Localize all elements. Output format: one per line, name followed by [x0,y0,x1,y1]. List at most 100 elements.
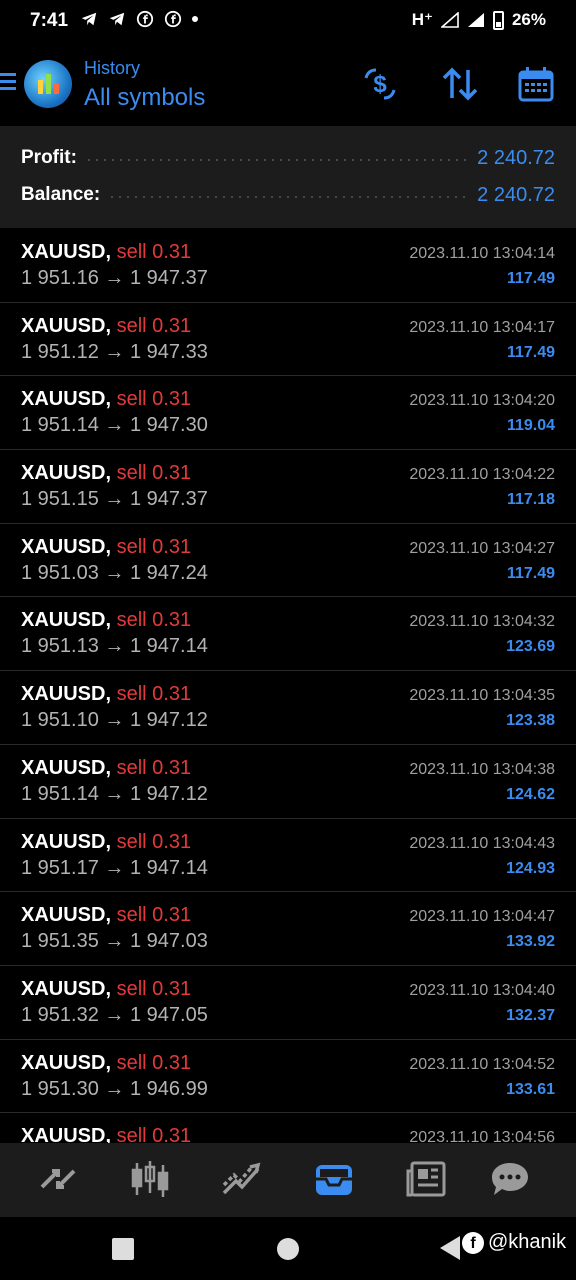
news-icon[interactable] [404,1157,448,1201]
facebook-icon [164,10,182,28]
home-button[interactable] [277,1238,299,1260]
battery-level: 26% [511,10,546,29]
logo-icon [38,74,59,94]
deal-symbol: XAUUSD, sell 0.31 [21,609,191,632]
deal-prices: 1 951.10 → 1 947.12 [21,709,208,732]
app-logo[interactable] [24,60,72,108]
deal-symbol: XAUUSD, sell 0.31 [21,904,191,927]
deal-row[interactable]: XAUUSD, sell 0.31 1 951.32 → 1 947.05 2023… [0,966,576,1040]
dotted-leader [108,196,470,198]
deal-row[interactable]: XAUUSD, sell 0.31 1 951.35 → 1 947.03 2023… [0,892,576,966]
deal-prices: 1 951.14 → 1 947.30 [21,414,208,437]
status-bar: 7:41 H⁺ 26% [0,0,576,44]
symbol-name: XAUUSD, [21,1125,112,1143]
deal-row[interactable]: XAUUSD, sell 0.31 1 951.03 → 1 947.24 2023… [0,524,576,598]
menu-icon[interactable] [0,70,16,92]
deal-profit: 119.04 [506,417,555,435]
deal-time: 2023.11.10 13:04:56 [409,1129,555,1143]
facebook-icon [136,10,154,28]
deal-row[interactable]: XAUUSD, sell 0.31 1 951.14 → 1 947.12 2023… [0,745,576,819]
deal-row[interactable]: XAUUSD, sell 0.31 1 951.30 → 1 946.99 2023… [0,1040,576,1114]
deal-prices: 1 951.12 → 1 947.33 [21,340,208,363]
deal-prices: 1 951.30 → 1 946.99 [21,1077,208,1100]
symbol-name: XAUUSD, [21,1051,112,1074]
deal-time: 2023.11.10 13:04:14 [409,245,555,262]
symbol-name: XAUUSD, [21,609,112,632]
signal-icon [467,13,484,27]
deal-time: 2023.11.10 13:04:47 [409,908,555,926]
app-header: History All symbols $ [0,44,576,126]
header-title[interactable]: All symbols [84,84,205,112]
quotes-icon[interactable] [36,1157,80,1201]
back-button[interactable] [440,1236,460,1260]
profit-label: Profit: [21,147,77,168]
symbol-name: XAUUSD, [21,388,112,411]
deal-time: 2023.11.10 13:04:20 [409,392,555,410]
deal-side: sell 0.31 [116,241,192,263]
symbol-name: XAUUSD, [21,241,112,263]
deal-symbol: XAUUSD, sell 0.31 [21,388,191,411]
deal-side: sell 0.31 [116,535,192,558]
chart-icon[interactable] [128,1157,172,1201]
deal-row[interactable]: XAUUSD, sell 0.31 1 951.10 → 1 947.12 2023… [0,671,576,745]
deal-prices: 1 951.17 → 1 947.14 [21,856,208,879]
deal-symbol: XAUUSD, sell 0.31 [21,241,191,264]
more-notifications-dot [192,16,198,22]
deal-row[interactable]: XAUUSD, sell 0.31 1 951.14 → 1 947.30 2023… [0,376,576,451]
deal-prices: 1 951.13 → 1 947.14 [21,635,208,658]
telegram-icon [109,12,125,26]
deal-time: 2023.11.10 13:04:32 [409,613,555,631]
deal-side: sell 0.31 [116,977,192,1000]
system-nav-bar: f @khanik [0,1217,576,1280]
history-icon[interactable] [312,1157,356,1201]
deal-side: sell 0.31 [116,904,192,927]
deal-row[interactable]: XAUUSD, sell 0.31 1 951.12 → 1 947.33 2023… [0,303,576,377]
deal-time: 2023.11.10 13:04:35 [409,687,555,705]
recents-button[interactable] [112,1238,134,1260]
deal-symbol: XAUUSD, sell 0.31 [21,1125,191,1143]
deal-row[interactable]: XAUUSD, sell 0.31 1 951.16 → 1 947.37 2023… [0,229,576,303]
deal-profit: 132.37 [506,1006,555,1024]
messages-icon[interactable] [488,1157,532,1201]
deal-row[interactable]: XAUUSD, sell 0.31 1 951.15 → 1 947.37 2023… [0,450,576,524]
deal-symbol: XAUUSD, sell 0.31 [21,757,191,780]
currency-exchange-icon[interactable]: $ [360,64,400,104]
deal-profit: 117.18 [506,491,555,509]
deal-side: sell 0.31 [116,1125,192,1143]
header-subtitle: History [84,58,141,78]
deal-profit: 117.49 [506,564,555,582]
dotted-leader [84,159,470,161]
deal-side: sell 0.31 [116,1051,192,1074]
deal-side: sell 0.31 [116,830,192,853]
deal-profit: 124.62 [506,785,555,803]
deal-symbol: XAUUSD, sell 0.31 [21,462,191,485]
deal-prices: 1 951.14 → 1 947.12 [21,782,208,805]
profit-row: Profit: 2 240.72 [21,143,555,173]
signal-icon [440,12,459,28]
calendar-icon[interactable] [516,64,556,104]
deal-symbol: XAUUSD, sell 0.31 [21,978,191,1001]
deal-row[interactable]: XAUUSD, sell 0.31 1 951.17 → 1 947.14 2023… [0,819,576,893]
deal-symbol: XAUUSD, sell 0.31 [21,831,191,854]
deal-symbol: XAUUSD, sell 0.31 [21,683,191,706]
deal-row[interactable]: XAUUSD, sell 0.31 1 951.13 → 1 947.14 2023… [0,597,576,672]
telegram-icon [81,12,97,26]
deals-list[interactable]: XAUUSD, sell 0.31 1 951.16 → 1 947.37 2023… [0,229,576,1143]
svg-text:$: $ [373,71,387,98]
deal-side: sell 0.31 [116,683,192,706]
sort-icon[interactable] [440,64,480,104]
bottom-nav [0,1143,576,1217]
battery-icon [492,10,504,30]
watermark: f @khanik [462,1231,566,1254]
deal-prices: 1 951.15 → 1 947.37 [21,488,208,511]
profit-value: 2 240.72 [477,146,555,169]
deal-row[interactable]: XAUUSD, sell 0.31 2023.11.10 13:04:56 [0,1113,576,1143]
deal-symbol: XAUUSD, sell 0.31 [21,1052,191,1075]
symbol-name: XAUUSD, [21,977,112,1000]
symbol-name: XAUUSD, [21,904,112,927]
symbol-name: XAUUSD, [21,535,112,558]
trade-icon[interactable] [220,1157,264,1201]
deal-profit: 117.49 [506,343,555,361]
balance-row: Balance: 2 240.72 [21,180,555,210]
deal-profit: 117.49 [506,270,555,287]
